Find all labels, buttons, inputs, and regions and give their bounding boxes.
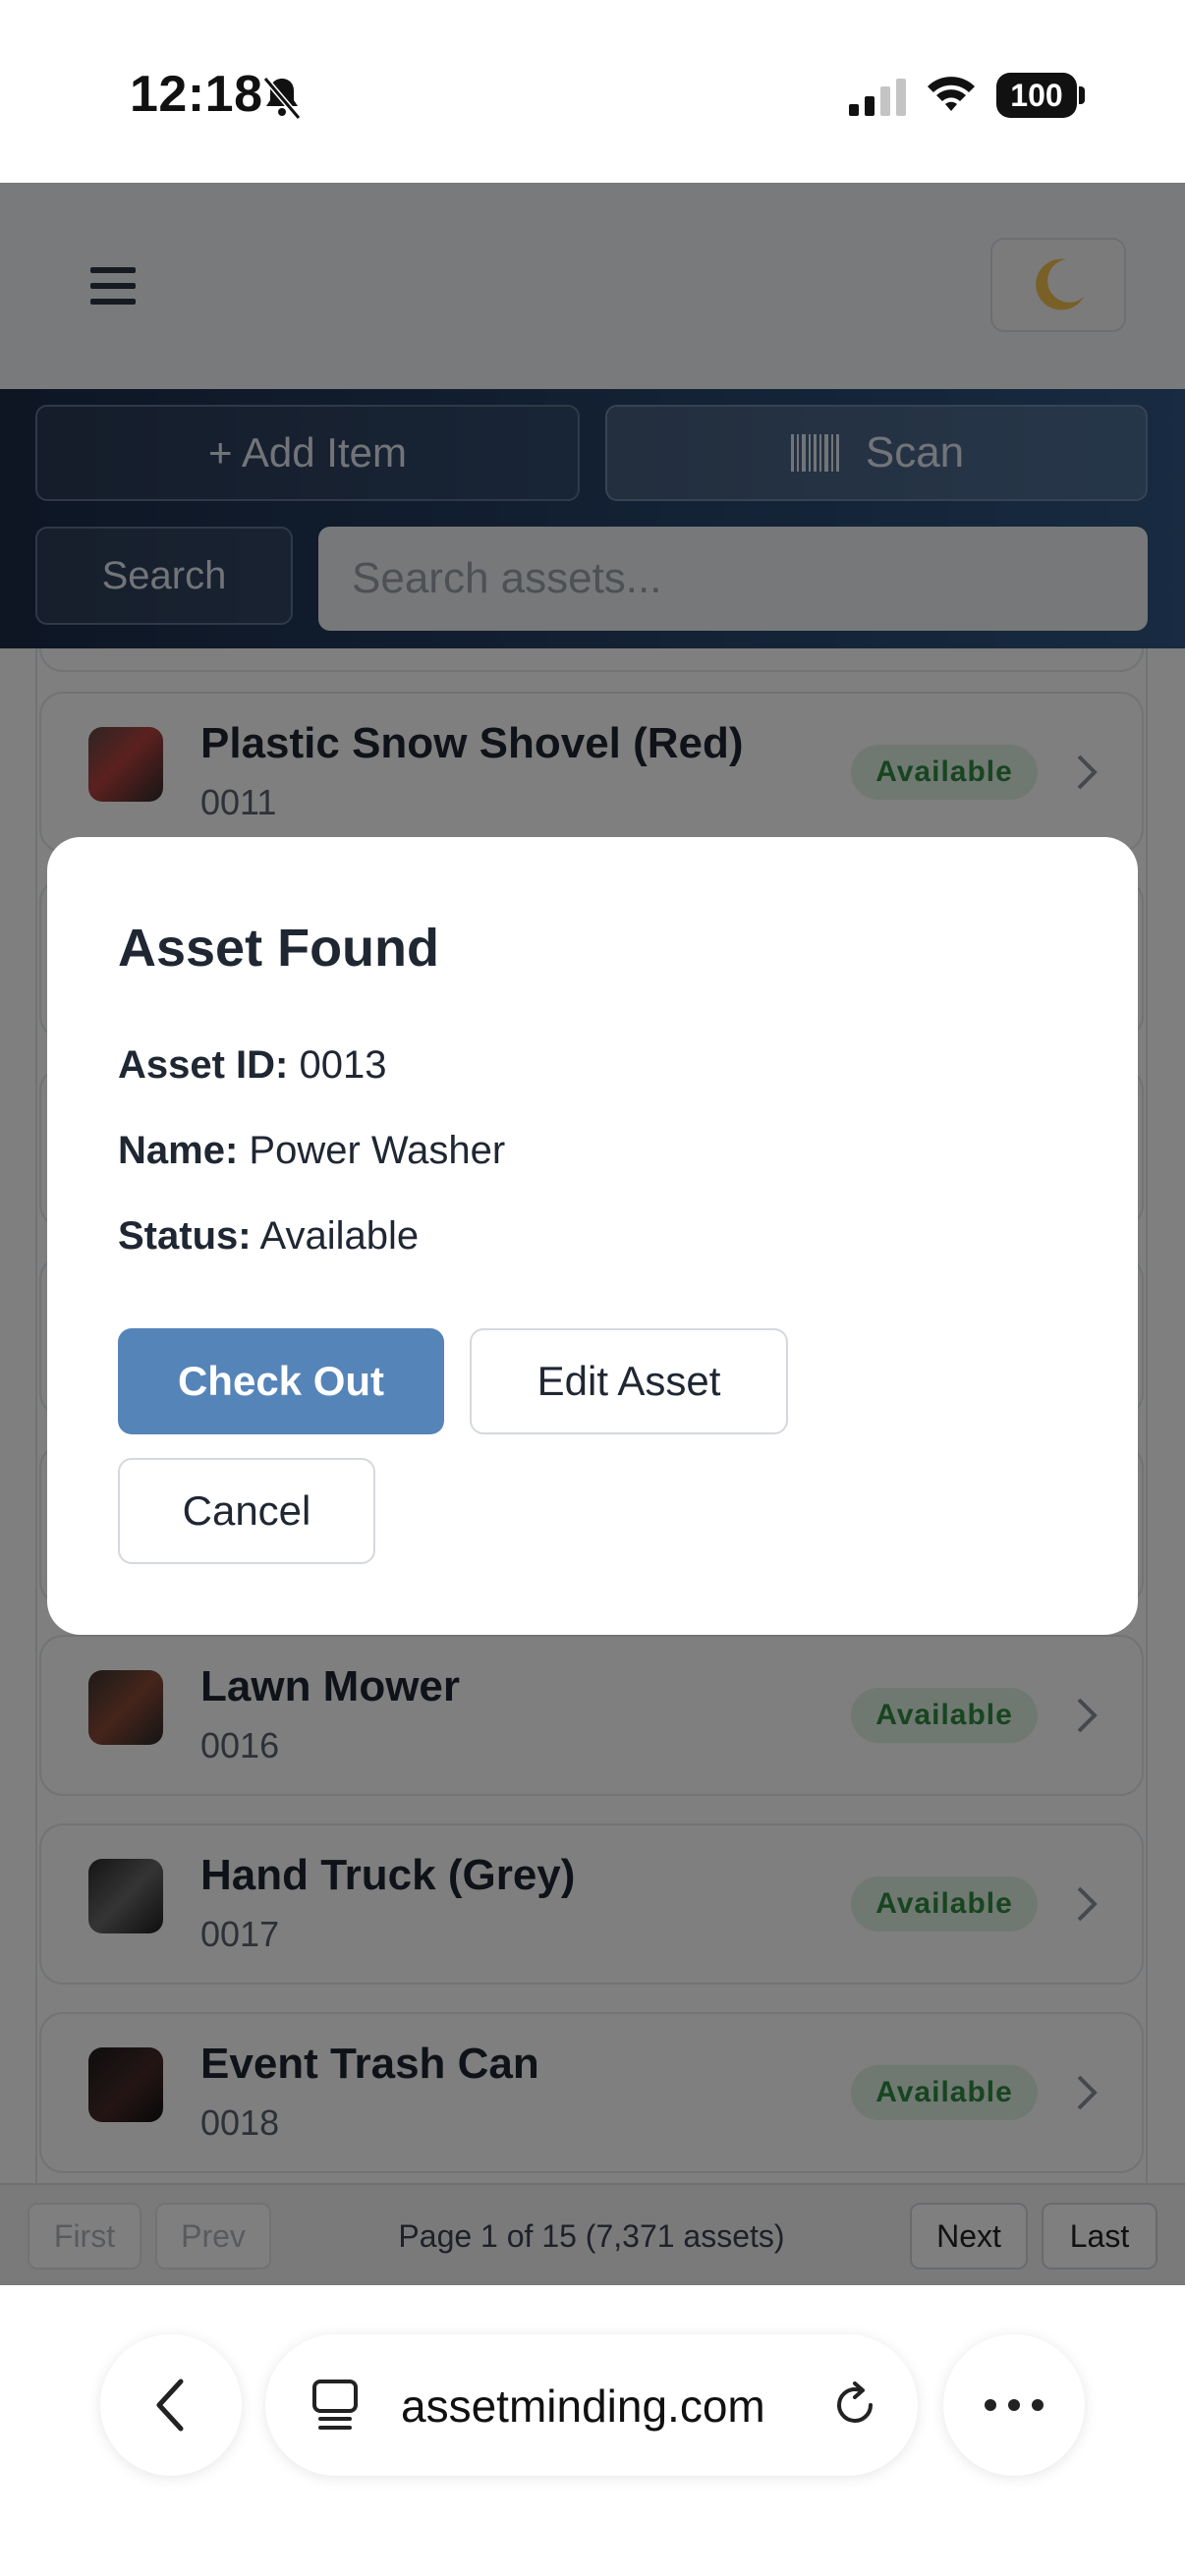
cancel-button[interactable]: Cancel	[118, 1458, 375, 1564]
asset-status-label: Status:	[118, 1214, 252, 1258]
asset-name-value: Power Washer	[249, 1129, 506, 1172]
battery-level: 100	[996, 73, 1077, 118]
asset-status-row: Status: Available	[118, 1214, 419, 1259]
check-out-button[interactable]: Check Out	[118, 1328, 444, 1434]
asset-name-row: Name: Power Washer	[118, 1129, 505, 1173]
url-text: assetminding.com	[401, 2380, 765, 2432]
cellular-signal-icon	[849, 79, 906, 116]
wifi-icon	[928, 77, 975, 111]
edit-asset-button[interactable]: Edit Asset	[470, 1328, 788, 1434]
asset-id-value: 0013	[299, 1043, 387, 1087]
reload-icon[interactable]	[829, 2380, 880, 2431]
status-time: 12:18	[130, 66, 263, 123]
asset-id-row: Asset ID: 0013	[118, 1043, 387, 1088]
asset-name-label: Name:	[118, 1129, 239, 1172]
address-bar[interactable]: assetminding.com	[265, 2334, 918, 2476]
tabs-icon	[312, 2380, 358, 2430]
more-options-button[interactable]	[943, 2334, 1085, 2476]
battery-icon: 100	[996, 73, 1085, 118]
status-bar: 12:18 100	[0, 0, 1185, 183]
chevron-left-icon	[156, 2379, 184, 2432]
dialog-title: Asset Found	[118, 919, 440, 978]
asset-id-label: Asset ID:	[118, 1043, 289, 1087]
browser-toolbar: assetminding.com	[0, 2285, 1185, 2576]
asset-found-dialog: Asset Found Asset ID: 0013 Name: Power W…	[47, 837, 1138, 1635]
asset-status-value: Available	[259, 1214, 420, 1258]
browser-back-button[interactable]	[100, 2334, 242, 2476]
bell-slash-icon	[262, 77, 302, 120]
